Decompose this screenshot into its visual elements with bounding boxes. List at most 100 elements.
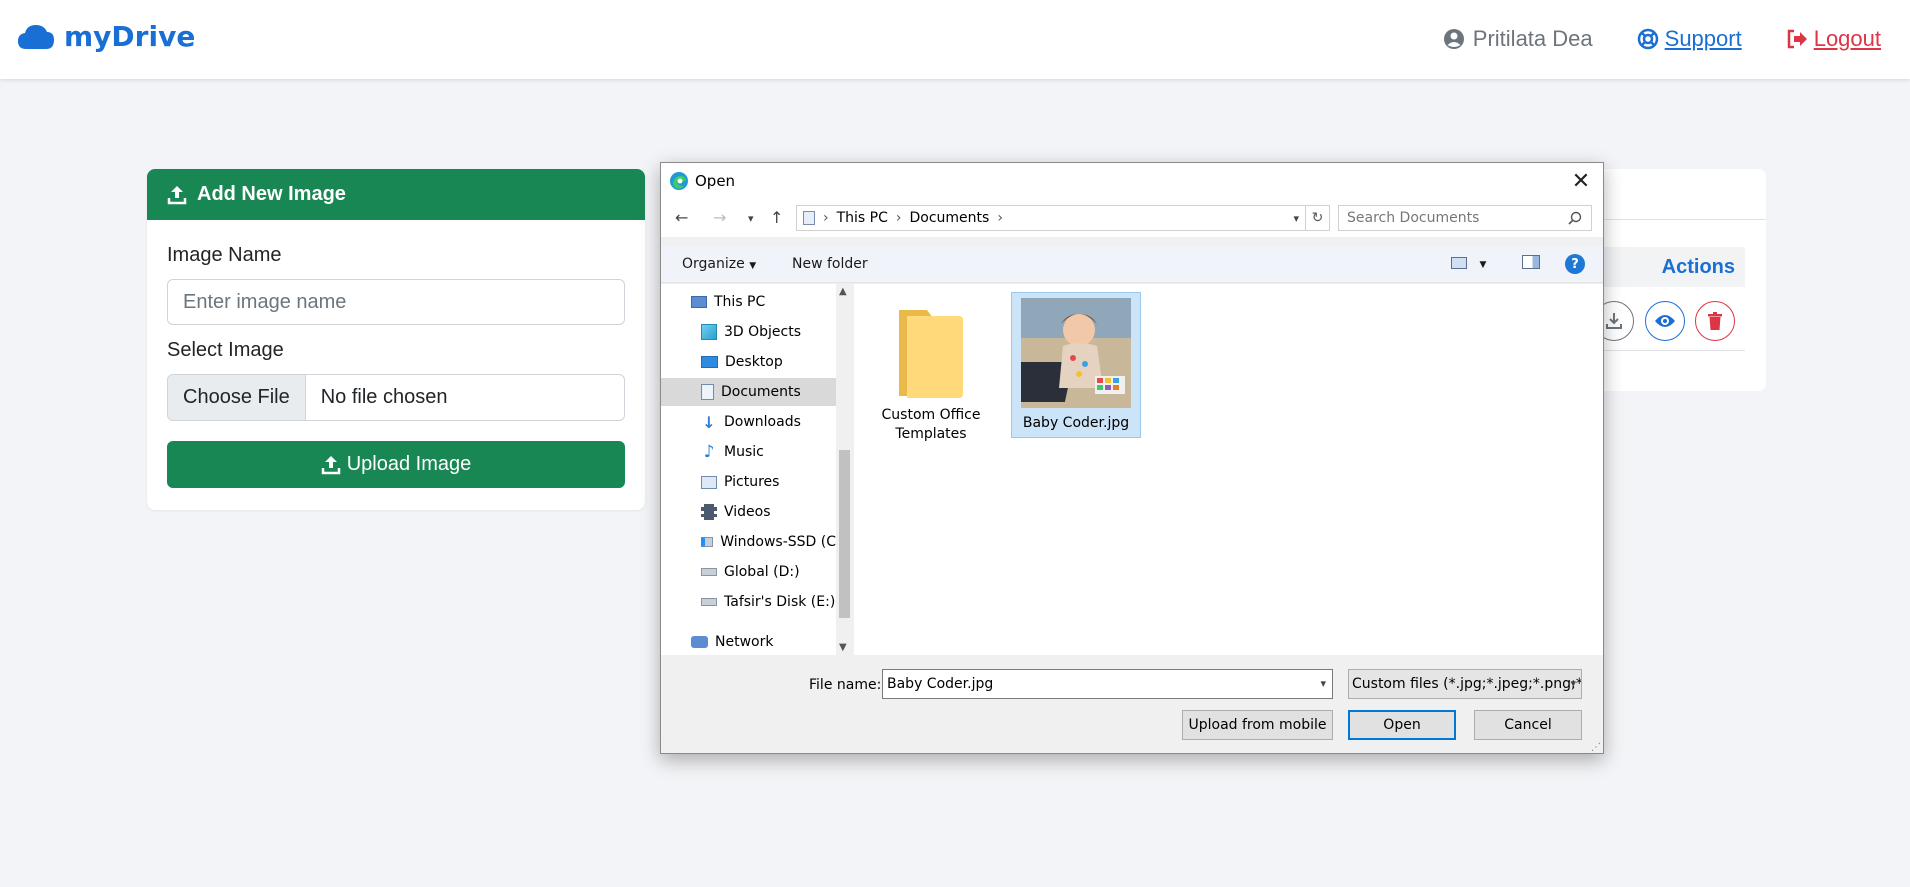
organize-label: Organize xyxy=(682,256,745,272)
help-icon[interactable]: ? xyxy=(1565,254,1585,274)
scroll-thumb[interactable] xyxy=(839,450,850,618)
cloud-icon xyxy=(18,24,54,49)
nav-label: 3D Objects xyxy=(724,324,802,340)
dropdown-triangle-icon: ▼ xyxy=(749,261,757,271)
user-display: Pritilata Dea xyxy=(1443,26,1593,52)
image-name-input[interactable]: Enter image name xyxy=(167,279,625,325)
folder-custom-office-templates[interactable]: Custom Office Templates xyxy=(866,296,996,444)
image-thumbnail-icon xyxy=(1004,298,1131,408)
image-name-label: Image Name xyxy=(167,244,282,266)
logout-label: Logout xyxy=(1813,26,1881,51)
upload-icon xyxy=(167,185,187,204)
close-icon[interactable]: ✕ xyxy=(1569,169,1593,194)
breadcrumb-separator-icon: › xyxy=(823,210,829,226)
chevron-down-icon[interactable]: ▾ xyxy=(1320,677,1326,690)
refresh-icon[interactable]: ↻ xyxy=(1306,205,1330,231)
file-name-input[interactable]: Baby Coder.jpg ▾ xyxy=(882,669,1333,699)
add-image-card: Add New Image Image Name Enter image nam… xyxy=(147,169,645,510)
open-button[interactable]: Open xyxy=(1348,710,1456,740)
logout-icon xyxy=(1787,29,1807,49)
nav-item-pictures[interactable]: Pictures xyxy=(661,468,836,496)
nav-label: Network xyxy=(715,634,774,650)
nav-item-music[interactable]: ♪ Music xyxy=(661,438,836,466)
organize-menu[interactable]: Organize ▼ xyxy=(682,256,756,272)
user-circle-icon xyxy=(1443,29,1464,49)
logout-link[interactable]: Logout xyxy=(1786,26,1881,52)
upload-from-mobile-button[interactable]: Upload from mobile xyxy=(1182,710,1333,740)
download-icon xyxy=(1606,313,1622,329)
nav-label: Global (D:) xyxy=(724,564,800,580)
nav-item-global-d[interactable]: Global (D:) xyxy=(661,558,836,586)
network-icon xyxy=(691,636,708,648)
desktop-icon xyxy=(701,356,718,368)
forward-arrow-icon[interactable]: → xyxy=(713,208,726,227)
view-button[interactable] xyxy=(1645,301,1685,341)
upload-icon xyxy=(321,455,340,474)
top-navbar: myDrive Pritilata Dea Support Logout xyxy=(0,0,1910,79)
pc-icon xyxy=(803,211,815,225)
upload-image-button[interactable]: Upload Image xyxy=(167,441,625,488)
drive-icon xyxy=(701,598,717,606)
breadcrumb-separator-icon: › xyxy=(997,210,1003,226)
file-status: No file chosen xyxy=(320,386,448,408)
nav-item-this-pc[interactable]: This PC xyxy=(661,288,836,316)
nav-scrollbar[interactable]: ▲ ▼ xyxy=(836,284,853,655)
file-name: Baby Coder.jpg xyxy=(1022,415,1130,431)
recent-chevron-icon[interactable]: ▾ xyxy=(748,212,754,225)
chevron-down-icon[interactable]: ▾ xyxy=(1570,677,1576,690)
support-link[interactable]: Support xyxy=(1637,26,1742,52)
scroll-down-icon[interactable]: ▼ xyxy=(839,642,847,653)
search-input[interactable]: Search Documents xyxy=(1338,205,1592,231)
card-title: Add New Image xyxy=(197,183,346,205)
address-bar[interactable]: › This PC › Documents › ▾ xyxy=(796,205,1306,231)
file-list: Custom Office Templates Baby Coder.jpg xyxy=(854,284,1603,655)
back-arrow-icon[interactable]: ← xyxy=(675,208,688,227)
download-arrow-icon: ↓ xyxy=(702,412,716,432)
nav-item-downloads[interactable]: ↓ Downloads xyxy=(661,408,836,436)
card-header: Add New Image xyxy=(147,169,645,220)
nav-item-videos[interactable]: Videos xyxy=(661,498,836,526)
nav-item-desktop[interactable]: Desktop xyxy=(661,348,836,376)
search-icon xyxy=(1568,211,1582,225)
file-baby-coder[interactable]: Baby Coder.jpg xyxy=(1004,292,1141,438)
nav-item-tafsir-disk[interactable]: Tafsir's Disk (E:) xyxy=(661,588,836,616)
folder-icon xyxy=(899,310,963,398)
music-note-icon: ♪ xyxy=(703,442,715,462)
file-name-line2: Templates xyxy=(895,426,967,442)
eye-icon xyxy=(1655,315,1675,327)
up-arrow-icon[interactable]: ↑ xyxy=(770,208,783,227)
nav-item-windows-ssd[interactable]: Windows-SSD (C xyxy=(661,528,836,556)
dialog-toolbar: Organize ▼ New folder ▼ ? xyxy=(661,246,1603,283)
scroll-up-icon[interactable]: ▲ xyxy=(839,286,847,297)
choose-file-button[interactable]: Choose File xyxy=(168,375,306,420)
breadcrumb-this-pc[interactable]: This PC xyxy=(837,210,888,226)
breadcrumb-separator-icon: › xyxy=(895,210,902,226)
view-options-icon[interactable]: ▼ xyxy=(1451,255,1486,271)
preview-pane-icon[interactable] xyxy=(1522,255,1540,273)
drive-icon xyxy=(701,568,717,576)
support-label: Support xyxy=(1664,26,1742,51)
edge-browser-icon xyxy=(670,172,688,190)
dialog-title: Open xyxy=(695,172,736,190)
select-image-label: Select Image xyxy=(167,339,284,361)
actions-header: Actions xyxy=(1590,247,1745,287)
new-folder-button[interactable]: New folder xyxy=(792,256,868,272)
nav-label: Windows-SSD (C xyxy=(720,534,836,550)
delete-button[interactable] xyxy=(1695,301,1735,341)
cube-icon xyxy=(701,324,717,340)
brand[interactable]: myDrive xyxy=(16,20,195,53)
nav-item-documents[interactable]: Documents xyxy=(661,378,836,406)
file-type-value: Custom files (*.jpg;*.jpeg;*.png;* xyxy=(1352,676,1582,692)
images-table-card: Actions xyxy=(1590,169,1766,391)
open-file-dialog: Open ✕ ← → ▾ ↑ › This PC › Documents › ▾… xyxy=(660,162,1604,754)
breadcrumb-documents[interactable]: Documents xyxy=(910,210,990,226)
file-input[interactable]: Choose File No file chosen xyxy=(167,374,625,421)
cancel-button[interactable]: Cancel xyxy=(1474,710,1582,740)
file-type-filter[interactable]: Custom files (*.jpg;*.jpeg;*.png;* ▾ xyxy=(1348,669,1582,699)
navigation-pane: This PC 3D Objects Desktop Documents ↓ D… xyxy=(661,284,836,655)
nav-item-3d-objects[interactable]: 3D Objects xyxy=(661,318,836,346)
address-dropdown-icon[interactable]: ▾ xyxy=(1293,212,1299,225)
nav-item-network[interactable]: Network xyxy=(661,628,836,655)
resize-grip-icon[interactable]: ⋰ xyxy=(1591,742,1601,753)
trash-icon xyxy=(1708,312,1722,330)
